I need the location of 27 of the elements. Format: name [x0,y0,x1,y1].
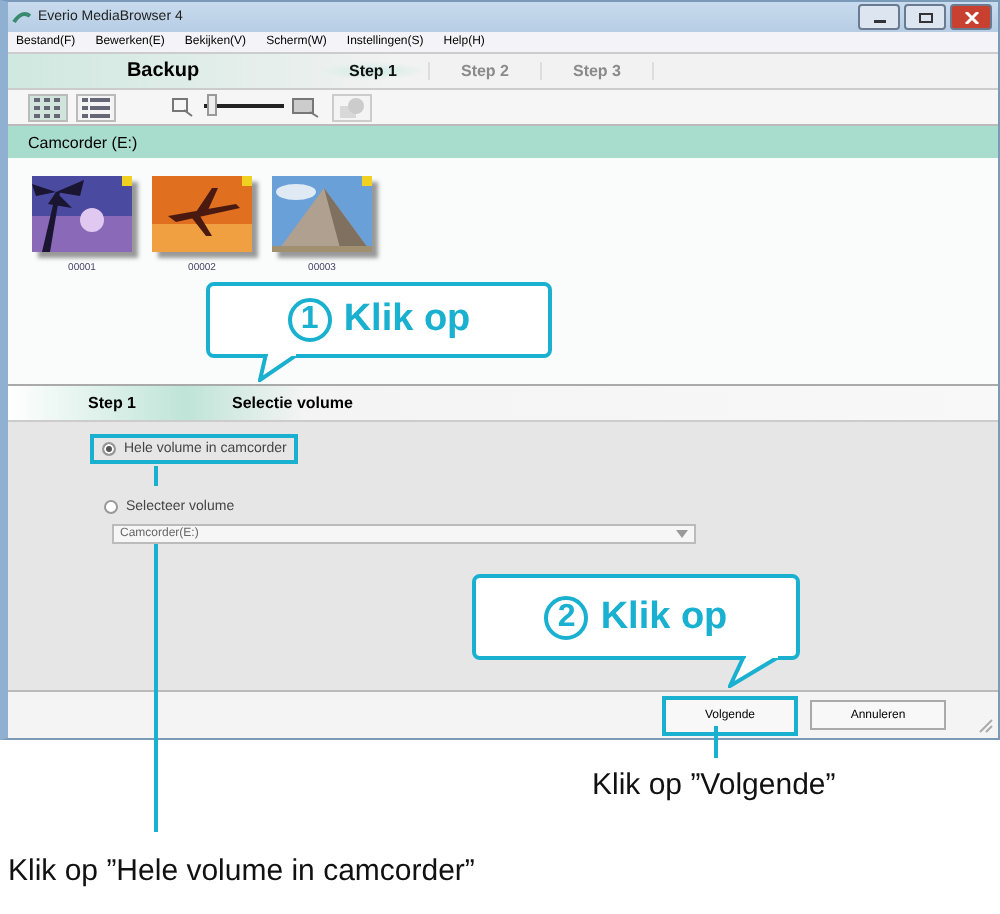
maximize-button[interactable] [904,4,946,30]
close-icon [963,11,979,23]
annotation-text: Klik op ”Volgende” [592,768,836,802]
step-number-badge: 1 [287,298,332,342]
radio-button[interactable] [102,442,116,456]
list-view-button[interactable] [76,93,116,121]
leader-line [714,726,718,758]
zoom-slider[interactable] [204,94,284,120]
slider-thumb[interactable] [207,94,217,116]
step-title: Selectie volume [232,394,353,412]
minimize-button[interactable] [858,4,900,30]
close-button[interactable] [950,4,992,30]
source-title: Camcorder (E:) [28,133,138,151]
zoom-in-icon [292,97,320,117]
app-icon [12,9,32,25]
radio-button[interactable] [104,500,118,514]
annotation-text: Klik op ”Hele volume in camcorder” [8,854,475,888]
step-number-badge: 2 [544,595,589,639]
grid-view-button[interactable] [28,93,68,121]
resize-grip-icon [978,718,994,734]
callout-text: Klik op [600,595,728,639]
maximize-icon [917,11,933,23]
step-label: Step 1 [88,394,139,412]
caret-icon [676,530,688,538]
zoom-out-icon [172,97,196,117]
mode-title: Backup [124,60,202,82]
callout-text: Klik op [343,298,471,342]
